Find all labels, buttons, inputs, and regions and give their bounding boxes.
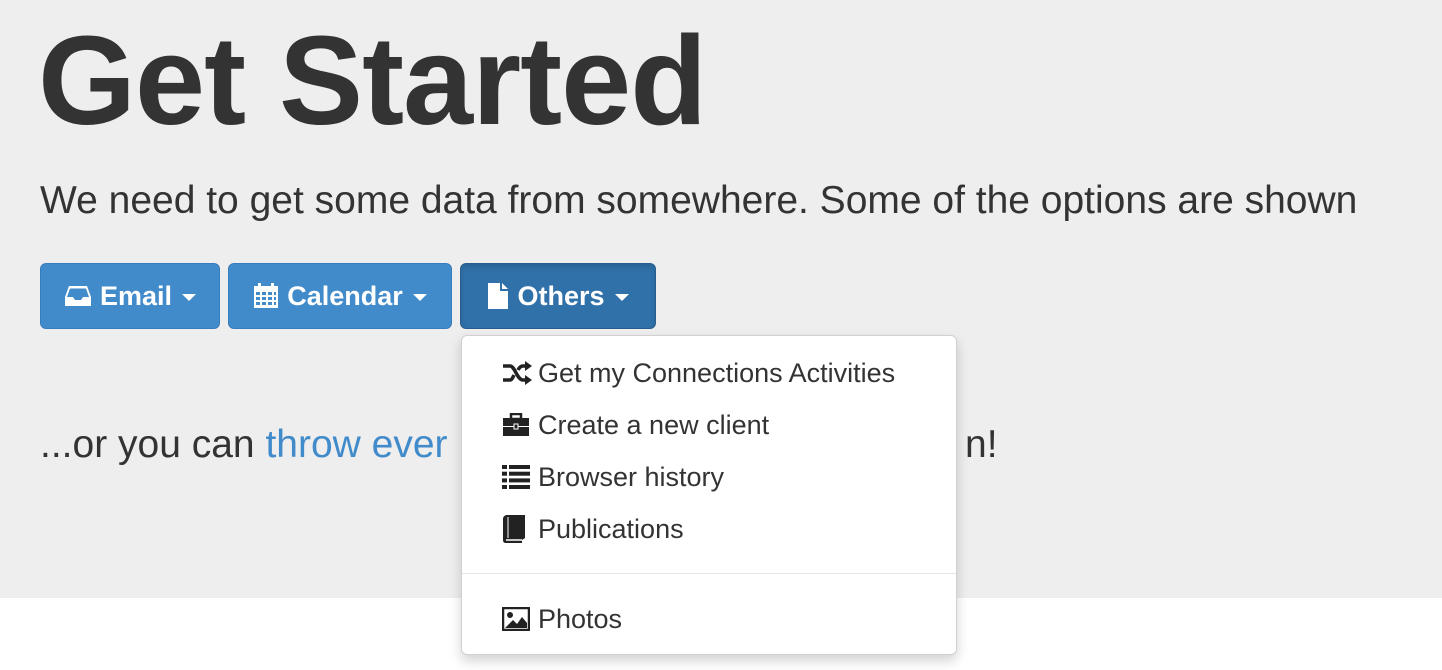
caret-down-icon [182,293,197,301]
calendar-button-label: Calendar [287,280,403,311]
file-icon [487,282,509,310]
others-dropdown-button[interactable]: Others [460,263,656,329]
dropdown-divider [462,573,956,574]
email-button-label: Email [99,280,173,311]
caret-down-icon [412,293,427,301]
picture-icon [502,604,532,634]
shuffle-icon [502,358,532,388]
inbox-icon [64,284,92,308]
lead-text: We need to get some data from somewhere.… [40,179,1358,222]
secondary-text: ...or you can throw ever n! [40,422,998,469]
menu-item-publications[interactable]: Publications [462,505,956,553]
list-icon [502,462,532,492]
menu-item-label: Browser history [538,461,725,492]
secondary-prefix: ...or you can [40,423,266,466]
secondary-suffix: n! [965,423,998,466]
menu-item-label: Photos [538,603,623,634]
calendar-dropdown-button[interactable]: Calendar [228,263,452,329]
menu-item-photos[interactable]: Photos [462,595,956,643]
menu-item-connections-activities[interactable]: Get my Connections Activities [462,349,956,397]
calendar-icon [253,283,279,309]
others-dropdown-menu: Get my Connections Activities Create a n… [461,335,957,655]
others-button-label: Others [517,280,605,311]
book-icon [502,514,532,544]
page-title: Get Started [38,10,707,151]
menu-item-label: Get my Connections Activities [538,357,896,388]
menu-item-browser-history[interactable]: Browser history [462,453,956,501]
email-dropdown-button[interactable]: Email [40,263,220,329]
menu-item-label: Create a new client [538,409,770,440]
caret-down-icon [614,293,629,301]
throw-everything-link[interactable]: throw ever [265,423,447,466]
menu-item-create-client[interactable]: Create a new client [462,401,956,449]
menu-item-label: Publications [538,513,684,544]
briefcase-icon [502,410,532,440]
